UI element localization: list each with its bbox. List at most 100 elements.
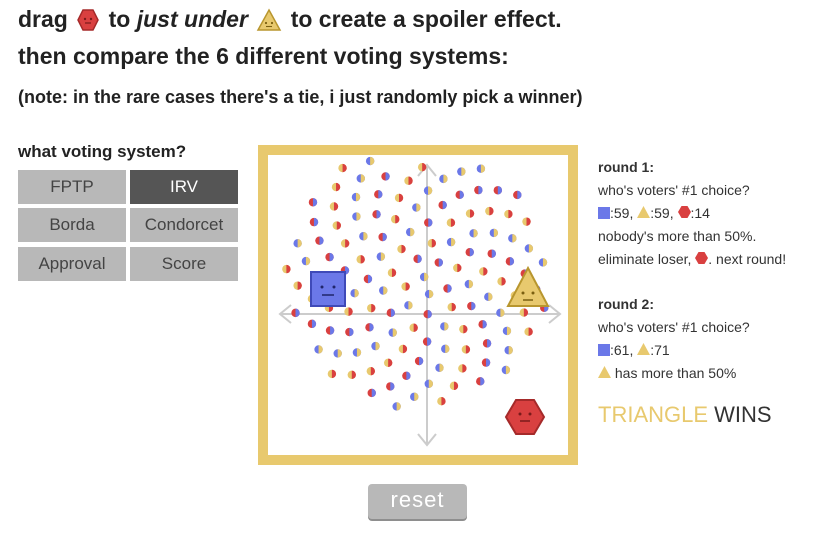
voter-dot: [524, 244, 534, 253]
voter-dot: [504, 346, 513, 355]
voter-dot: [332, 221, 341, 230]
round-2-triangle-count: :71: [650, 342, 670, 358]
voter-dot: [508, 234, 517, 243]
triangle-icon: [598, 366, 611, 378]
voter-dot: [482, 339, 492, 348]
voter-dot: [365, 323, 374, 332]
voter-dot: [359, 232, 368, 241]
voter-dot: [363, 274, 373, 284]
voter-dot: [487, 249, 496, 258]
triangle-icon: [637, 206, 651, 218]
square-icon: [598, 344, 610, 356]
tie-note: (note: in the rare cases there's a tie, …: [18, 87, 583, 107]
voter-dot: [449, 381, 459, 391]
round-1-square-count: :59,: [610, 205, 634, 221]
voter-dot: [410, 392, 419, 401]
voter-dot: [423, 310, 432, 319]
voter-dot: [383, 358, 393, 367]
voter-dot: [376, 252, 386, 261]
voter-dot: [438, 200, 447, 210]
round-1-tally: :59, :59, :14: [598, 202, 818, 225]
voter-dot: [405, 227, 415, 237]
square-candidate[interactable]: [310, 271, 346, 307]
eliminate-text: eliminate loser,: [598, 251, 692, 267]
reset-button[interactable]: reset: [368, 484, 467, 519]
round-2-square-count: :61,: [610, 342, 634, 358]
voter-dot: [333, 349, 342, 358]
voter-dot: [394, 193, 404, 203]
simulation-frame: [258, 145, 578, 465]
voter-dot: [427, 239, 436, 248]
voter-dot: [423, 186, 433, 195]
voter-dot: [502, 326, 512, 336]
irv-button[interactable]: IRV: [130, 170, 238, 204]
triangle-candidate[interactable]: [506, 265, 550, 307]
score-button[interactable]: Score: [130, 247, 238, 281]
round-1-question: who's voters' #1 choice?: [598, 182, 750, 198]
voter-dot: [461, 345, 471, 354]
voter-dot: [524, 327, 533, 336]
voter-dot: [391, 215, 400, 224]
round-1-triangle-count: :59,: [650, 205, 674, 221]
voter-dot: [350, 288, 359, 298]
voter-dot: [505, 257, 515, 266]
voter-dot: [315, 236, 324, 245]
winner-announcement: TRIANGLE WINS: [598, 402, 772, 428]
voter-dot: [352, 348, 362, 357]
voter-dot: [439, 174, 448, 184]
voter-dot: [413, 254, 422, 264]
voter-dot: [314, 345, 323, 354]
voter-dot: [309, 217, 319, 227]
borda-button[interactable]: Borda: [18, 208, 126, 242]
triangle-icon: [256, 8, 282, 38]
voter-dot: [417, 162, 427, 172]
voter-dot: [308, 198, 318, 207]
voter-dot: [481, 358, 491, 367]
voter-dot: [386, 382, 395, 391]
approval-button[interactable]: Approval: [18, 247, 126, 281]
voter-dot: [479, 267, 488, 276]
voter-dot: [356, 255, 365, 264]
voter-dot: [367, 303, 376, 313]
voter-dot: [419, 272, 429, 282]
simulation-canvas[interactable]: [268, 155, 568, 455]
voter-dot: [496, 308, 505, 317]
voter-dot: [522, 217, 531, 226]
voter-dot: [325, 326, 335, 335]
voter-dot: [424, 218, 433, 227]
fptp-button[interactable]: FPTP: [18, 170, 126, 204]
results-panel: round 1: who's voters' #1 choice? :59, :…: [598, 156, 818, 385]
voter-dot: [464, 279, 474, 289]
voter-dot: [340, 239, 350, 248]
voter-dot: [435, 363, 444, 372]
voter-dot: [455, 190, 464, 200]
voter-dot: [424, 379, 433, 389]
round-1-eliminate: eliminate loser, . next round!: [598, 248, 818, 271]
voter-dot: [434, 258, 443, 267]
just-under-text: just under: [136, 6, 248, 32]
triangle-icon: [637, 343, 651, 355]
condorcet-button[interactable]: Condorcet: [130, 208, 238, 242]
voter-dot: [457, 167, 466, 176]
voter-dot: [401, 282, 410, 291]
voter-dot: [446, 218, 456, 227]
next-round-text: . next round!: [708, 251, 787, 267]
voter-dot: [476, 377, 485, 386]
hexagon-candidate[interactable]: [504, 399, 546, 435]
instruction-line-2: then compare the 6 different voting syst…: [18, 43, 509, 69]
voter-dot: [301, 256, 311, 266]
voter-dot: [372, 210, 381, 219]
round-1-status: nobody's more than 50%.: [598, 228, 757, 244]
round-2-question: who's voters' #1 choice?: [598, 319, 750, 335]
voter-dot: [378, 232, 387, 242]
voter-dot: [409, 323, 418, 332]
voter-dot: [497, 277, 506, 286]
voter-dot: [440, 322, 449, 331]
voter-dot: [356, 174, 365, 183]
voter-dot: [404, 301, 413, 310]
voter-dot: [367, 388, 376, 398]
voter-dot: [476, 164, 486, 173]
voter-dot: [379, 286, 388, 295]
voter-dot: [387, 268, 397, 277]
voting-system-title: what voting system?: [18, 142, 187, 161]
